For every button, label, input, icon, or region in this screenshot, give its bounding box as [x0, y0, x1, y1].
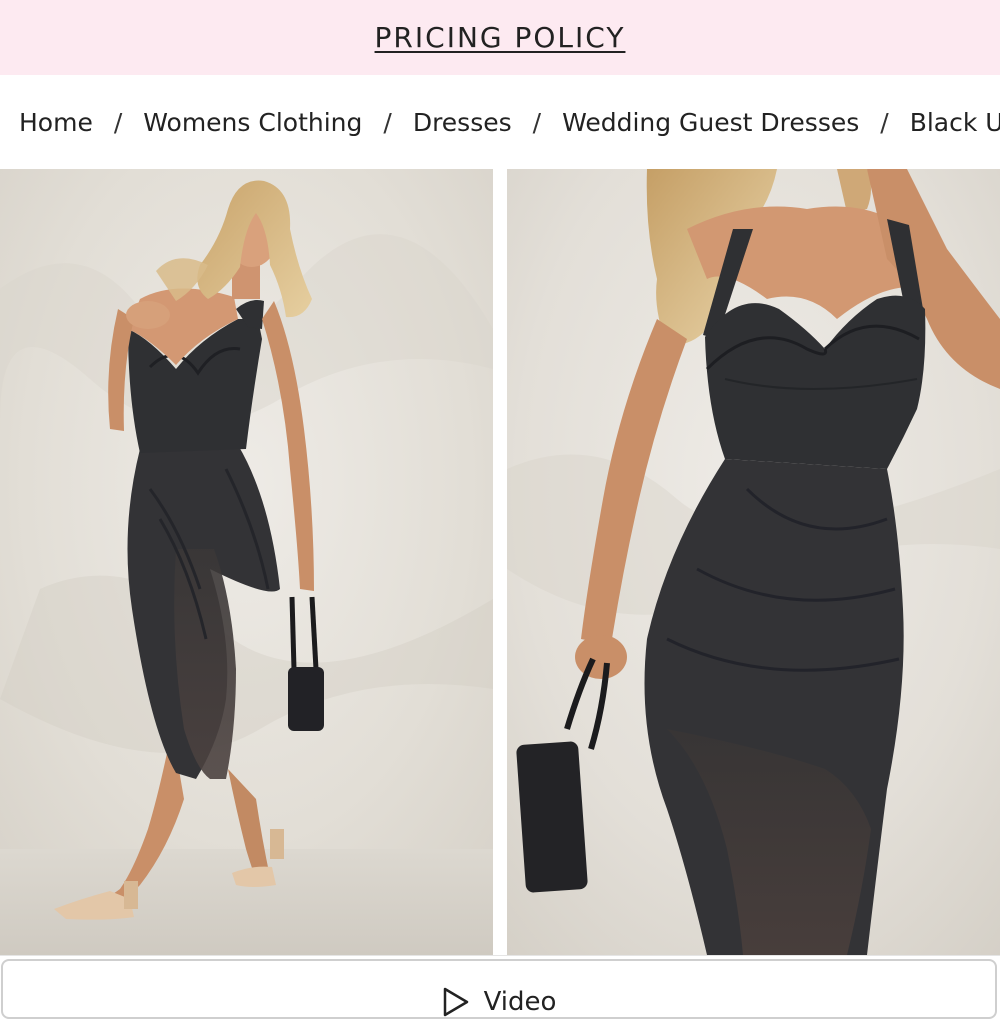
- product-image-full-length[interactable]: [0, 169, 493, 955]
- promo-banner: PRICING POLICY: [0, 0, 1000, 75]
- breadcrumb-womens-clothing[interactable]: Womens Clothing: [143, 108, 362, 137]
- video-button[interactable]: Video: [1, 959, 997, 1019]
- breadcrumb-home[interactable]: Home: [19, 108, 93, 137]
- product-gallery: [0, 169, 1000, 955]
- breadcrumb: Home / Womens Clothing / Dresses / Weddi…: [0, 75, 1000, 169]
- video-label: Video: [483, 987, 557, 1017]
- breadcrumb-separator: /: [532, 107, 542, 137]
- breadcrumb-wedding-guest-dresses[interactable]: Wedding Guest Dresses: [562, 108, 859, 137]
- product-image-close-up[interactable]: [507, 169, 1000, 955]
- breadcrumb-current-product: Black Un...: [909, 107, 1000, 137]
- model-close-up-illustration: [507, 169, 1000, 955]
- breadcrumb-dresses[interactable]: Dresses: [413, 108, 512, 137]
- play-icon: [443, 987, 468, 1017]
- breadcrumb-separator: /: [113, 107, 123, 137]
- pricing-policy-link[interactable]: PRICING POLICY: [375, 21, 626, 54]
- breadcrumb-separator: /: [880, 107, 889, 137]
- model-full-length-illustration: [0, 169, 493, 955]
- video-bar: Video: [0, 955, 1000, 1019]
- breadcrumb-separator: /: [383, 107, 392, 137]
